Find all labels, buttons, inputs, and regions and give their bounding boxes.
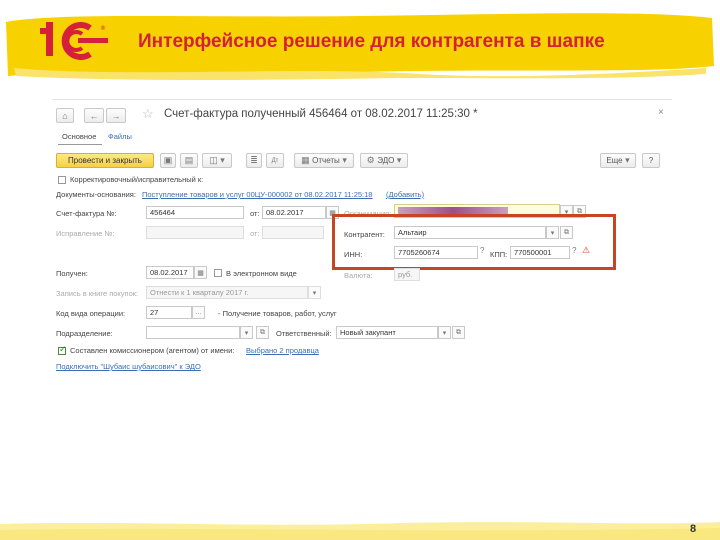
create-based-button[interactable]: ◫ ▾ (202, 153, 232, 168)
invoice-number-field[interactable]: 456464 (146, 206, 244, 219)
electronic-checkbox[interactable] (214, 269, 222, 277)
arrow-right-icon: → (111, 110, 121, 121)
slide-title: Интерфейсное решение для контрагента в ш… (138, 31, 605, 52)
svg-text:®: ® (100, 25, 106, 32)
organization-redacted (398, 207, 508, 214)
chevron-down-icon: ▾ (244, 329, 249, 337)
commission-checkbox[interactable]: ✓ (58, 344, 67, 355)
home-button[interactable]: ⌂ (56, 108, 74, 123)
add-base-doc-link[interactable]: (Добавить) (386, 190, 424, 199)
division-field[interactable] (146, 326, 240, 339)
corrective-checkbox[interactable] (58, 176, 66, 184)
close-icon[interactable]: × (658, 107, 664, 118)
correction-from-label: от: (250, 229, 260, 238)
document-window: ⌂ ← → ☆ Счет-фактура полученный 456464 о… (52, 99, 672, 500)
currency-label: Валюта: (344, 271, 373, 280)
received-date-field[interactable]: 08.02.2017 (146, 266, 194, 279)
edo-icon: ⚙ (366, 155, 378, 165)
op-code-field[interactable]: 27 (146, 306, 192, 319)
responsible-open-button[interactable]: ⧉ (452, 326, 465, 339)
edo-label: ЭДО (377, 156, 395, 165)
purchase-book-field[interactable]: Отнести к 1 кварталу 2017 г. (146, 286, 308, 299)
dt-kt-icon: Дт (271, 157, 279, 164)
responsible-dropdown-button[interactable]: ▾ (438, 326, 451, 339)
list-icon: ≣ (250, 155, 258, 165)
edo-button[interactable]: ⚙ ЭДО ▾ (360, 153, 408, 168)
chevron-down-icon: ▾ (442, 329, 447, 337)
chevron-down-icon: ▾ (622, 155, 630, 165)
slide-number: 8 (690, 523, 697, 535)
document-icon: ▤ (184, 155, 194, 165)
electronic-label: В электронном виде (226, 269, 297, 278)
check-icon: ✓ (59, 344, 67, 354)
corrective-label: Корректировочный/исправительный к: (70, 175, 204, 184)
dt-kt-button[interactable]: Дт (266, 153, 284, 168)
base-docs-link[interactable]: Поступление товаров и услуг 00ЦУ-000002 … (142, 190, 372, 199)
forward-button[interactable]: → (106, 108, 126, 123)
tab-underline (58, 144, 102, 145)
op-code-select-button[interactable]: … (192, 306, 205, 319)
currency-field[interactable]: руб. (394, 268, 420, 281)
contractor-highlight-frame (332, 214, 616, 270)
save-button[interactable]: ▣ (160, 153, 176, 168)
chevron-down-icon: ▾ (312, 289, 317, 297)
more-button[interactable]: Еще ▾ (600, 153, 636, 168)
back-button[interactable]: ← (84, 108, 104, 123)
invoice-date-from-label: от: (250, 209, 260, 218)
received-label: Получен: (56, 269, 88, 278)
division-dropdown-button[interactable]: ▾ (240, 326, 253, 339)
purchase-book-label: Запись в книге покупок: (56, 289, 139, 298)
open-icon: ⧉ (456, 328, 461, 336)
commission-label: Составлен комиссионером (агентом) от име… (70, 346, 235, 355)
create-icon: ◫ ▾ (209, 155, 225, 165)
responsible-field[interactable]: Новый закупант (336, 326, 438, 339)
tab-files[interactable]: Файлы (108, 132, 132, 141)
reports-button[interactable]: ▦ Отчеты ▾ (294, 153, 354, 168)
journal-button[interactable]: ≣ (246, 153, 262, 168)
reports-icon: ▦ (301, 155, 313, 165)
invoice-number-label: Счет-фактура №: (56, 209, 117, 218)
open-icon: ⧉ (260, 328, 265, 336)
footer-band (0, 522, 720, 540)
window-title: Счет-фактура полученный 456464 от 08.02.… (164, 108, 478, 120)
commission-sellers-link[interactable]: Выбрано 2 продавца (246, 346, 319, 355)
received-calendar-button[interactable]: ▦ (194, 266, 207, 279)
post-and-close-button[interactable]: Провести и закрыть (56, 153, 154, 168)
op-code-label: Код вида операции: (56, 309, 126, 318)
responsible-label: Ответственный: (276, 329, 332, 338)
save-icon: ▣ (163, 155, 173, 165)
chevron-down-icon: ▾ (394, 155, 402, 165)
ellipsis-icon: … (195, 309, 202, 316)
tab-main[interactable]: Основное (62, 132, 96, 141)
base-docs-label: Документы-основания: (56, 190, 136, 199)
more-label: Еще (606, 156, 623, 165)
correction-date-field[interactable] (262, 226, 324, 239)
help-button[interactable]: ? (642, 153, 660, 168)
1c-logo: ® (40, 22, 108, 60)
division-label: Подразделение: (56, 329, 113, 338)
reports-label: Отчеты (312, 156, 340, 165)
home-icon: ⌂ (62, 110, 68, 121)
correction-number-field[interactable] (146, 226, 244, 239)
purchase-book-dropdown-button[interactable]: ▾ (308, 286, 321, 299)
calendar-icon: ▦ (197, 269, 204, 277)
correction-number-label: Исправление №: (56, 229, 115, 238)
connect-edo-link[interactable]: Подключить "Шубаис шубаисович" к ЭДО (56, 362, 201, 371)
division-open-button[interactable]: ⧉ (256, 326, 269, 339)
arrow-left-icon: ← (89, 110, 99, 121)
favorite-star-icon[interactable]: ☆ (142, 106, 154, 122)
invoice-date-field[interactable]: 08.02.2017 (262, 206, 326, 219)
copy-button[interactable]: ▤ (180, 153, 198, 168)
op-code-description: - Получение товаров, работ, услуг (218, 309, 337, 318)
chevron-down-icon: ▾ (339, 155, 347, 165)
